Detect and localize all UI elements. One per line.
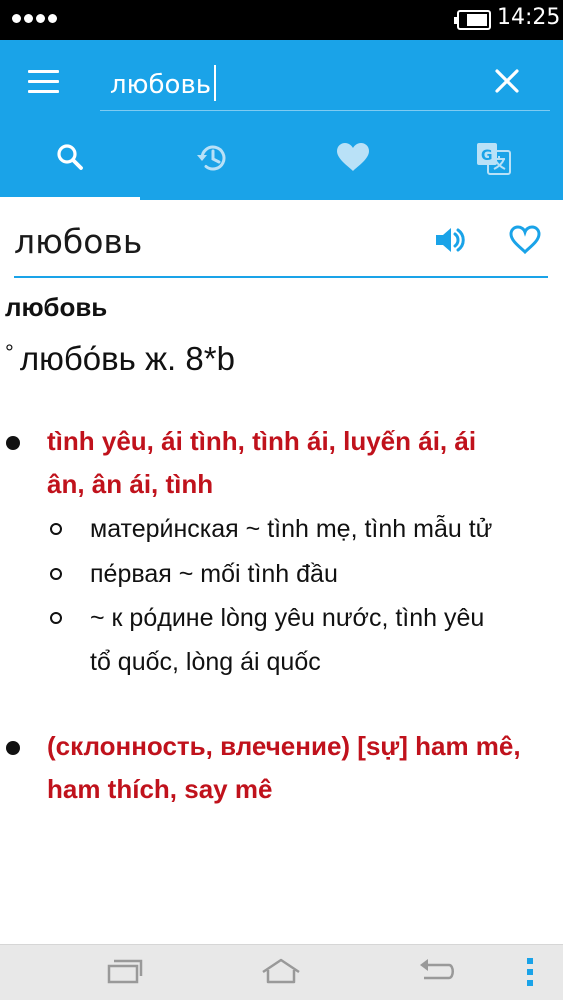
svg-text:G: G — [481, 148, 493, 164]
signal-icon — [12, 14, 57, 23]
example-line: ~ к ро́дине lòng yêu nước, tình yêu — [90, 604, 485, 632]
heart-icon — [337, 143, 369, 171]
tab-favorites[interactable] — [281, 120, 421, 200]
status-bar: 14:25 — [0, 0, 563, 40]
meaning-text: (склонность, влечение) [sự] ham mê, ham … — [47, 725, 547, 811]
favorite-heart-icon[interactable] — [508, 224, 542, 256]
overflow-menu-icon[interactable] — [527, 958, 535, 988]
word-header: любовь — [14, 200, 548, 278]
example-bullet — [50, 612, 62, 624]
example-bullet — [50, 523, 62, 535]
status-time: 14:25 — [497, 5, 561, 30]
meaning-line: (склонность, влечение) [sự] ham mê, — [47, 731, 521, 761]
tab-search[interactable] — [0, 120, 140, 200]
meaning-line: tình yêu, ái tình, tình ái, luyến ái, ái — [47, 426, 477, 456]
back-icon[interactable] — [416, 956, 458, 990]
example-text: матери́нская ~ tình mẹ, tình mẫu tử — [90, 515, 493, 543]
meaning-text: tình yêu, ái tình, tình ái, luyến ái, ái… — [47, 420, 547, 506]
battery-icon — [454, 10, 491, 30]
meaning-line: ân, ân ái, tình — [47, 469, 214, 499]
google-translate-icon: G — [477, 143, 511, 175]
pronunciation-line: ° любо́вь ж. 8*b — [5, 340, 235, 378]
meaning-line: ham thích, say mê — [47, 774, 273, 804]
example-line: tổ quốc, lòng ái quốc — [90, 648, 321, 676]
home-icon[interactable] — [259, 956, 303, 990]
entry-title: любовь — [5, 292, 108, 322]
menu-icon[interactable] — [28, 70, 60, 94]
tab-bar: G — [0, 120, 563, 200]
tab-history[interactable] — [140, 120, 280, 200]
text-caret — [214, 65, 216, 101]
close-icon[interactable] — [492, 66, 522, 96]
pronunciation-text: любо́вь ж. 8*b — [19, 340, 235, 377]
search-input[interactable] — [110, 67, 470, 103]
tab-translate[interactable]: G — [421, 120, 561, 200]
headword: любовь — [14, 222, 143, 261]
meaning-bullet — [6, 436, 20, 450]
pronunciation-mark: ° — [5, 340, 14, 365]
example-text: ~ к ро́дине lòng yêu nước, tình yêu tổ q… — [90, 596, 540, 684]
meaning-bullet — [6, 741, 20, 755]
example-text: пе́рвая ~ mối tình đầu — [90, 560, 338, 588]
history-icon — [197, 145, 226, 171]
search-icon — [57, 144, 83, 170]
search-field[interactable] — [100, 57, 550, 111]
recent-apps-icon[interactable] — [106, 956, 144, 990]
example-bullet — [50, 568, 62, 580]
speaker-icon[interactable] — [434, 224, 468, 256]
